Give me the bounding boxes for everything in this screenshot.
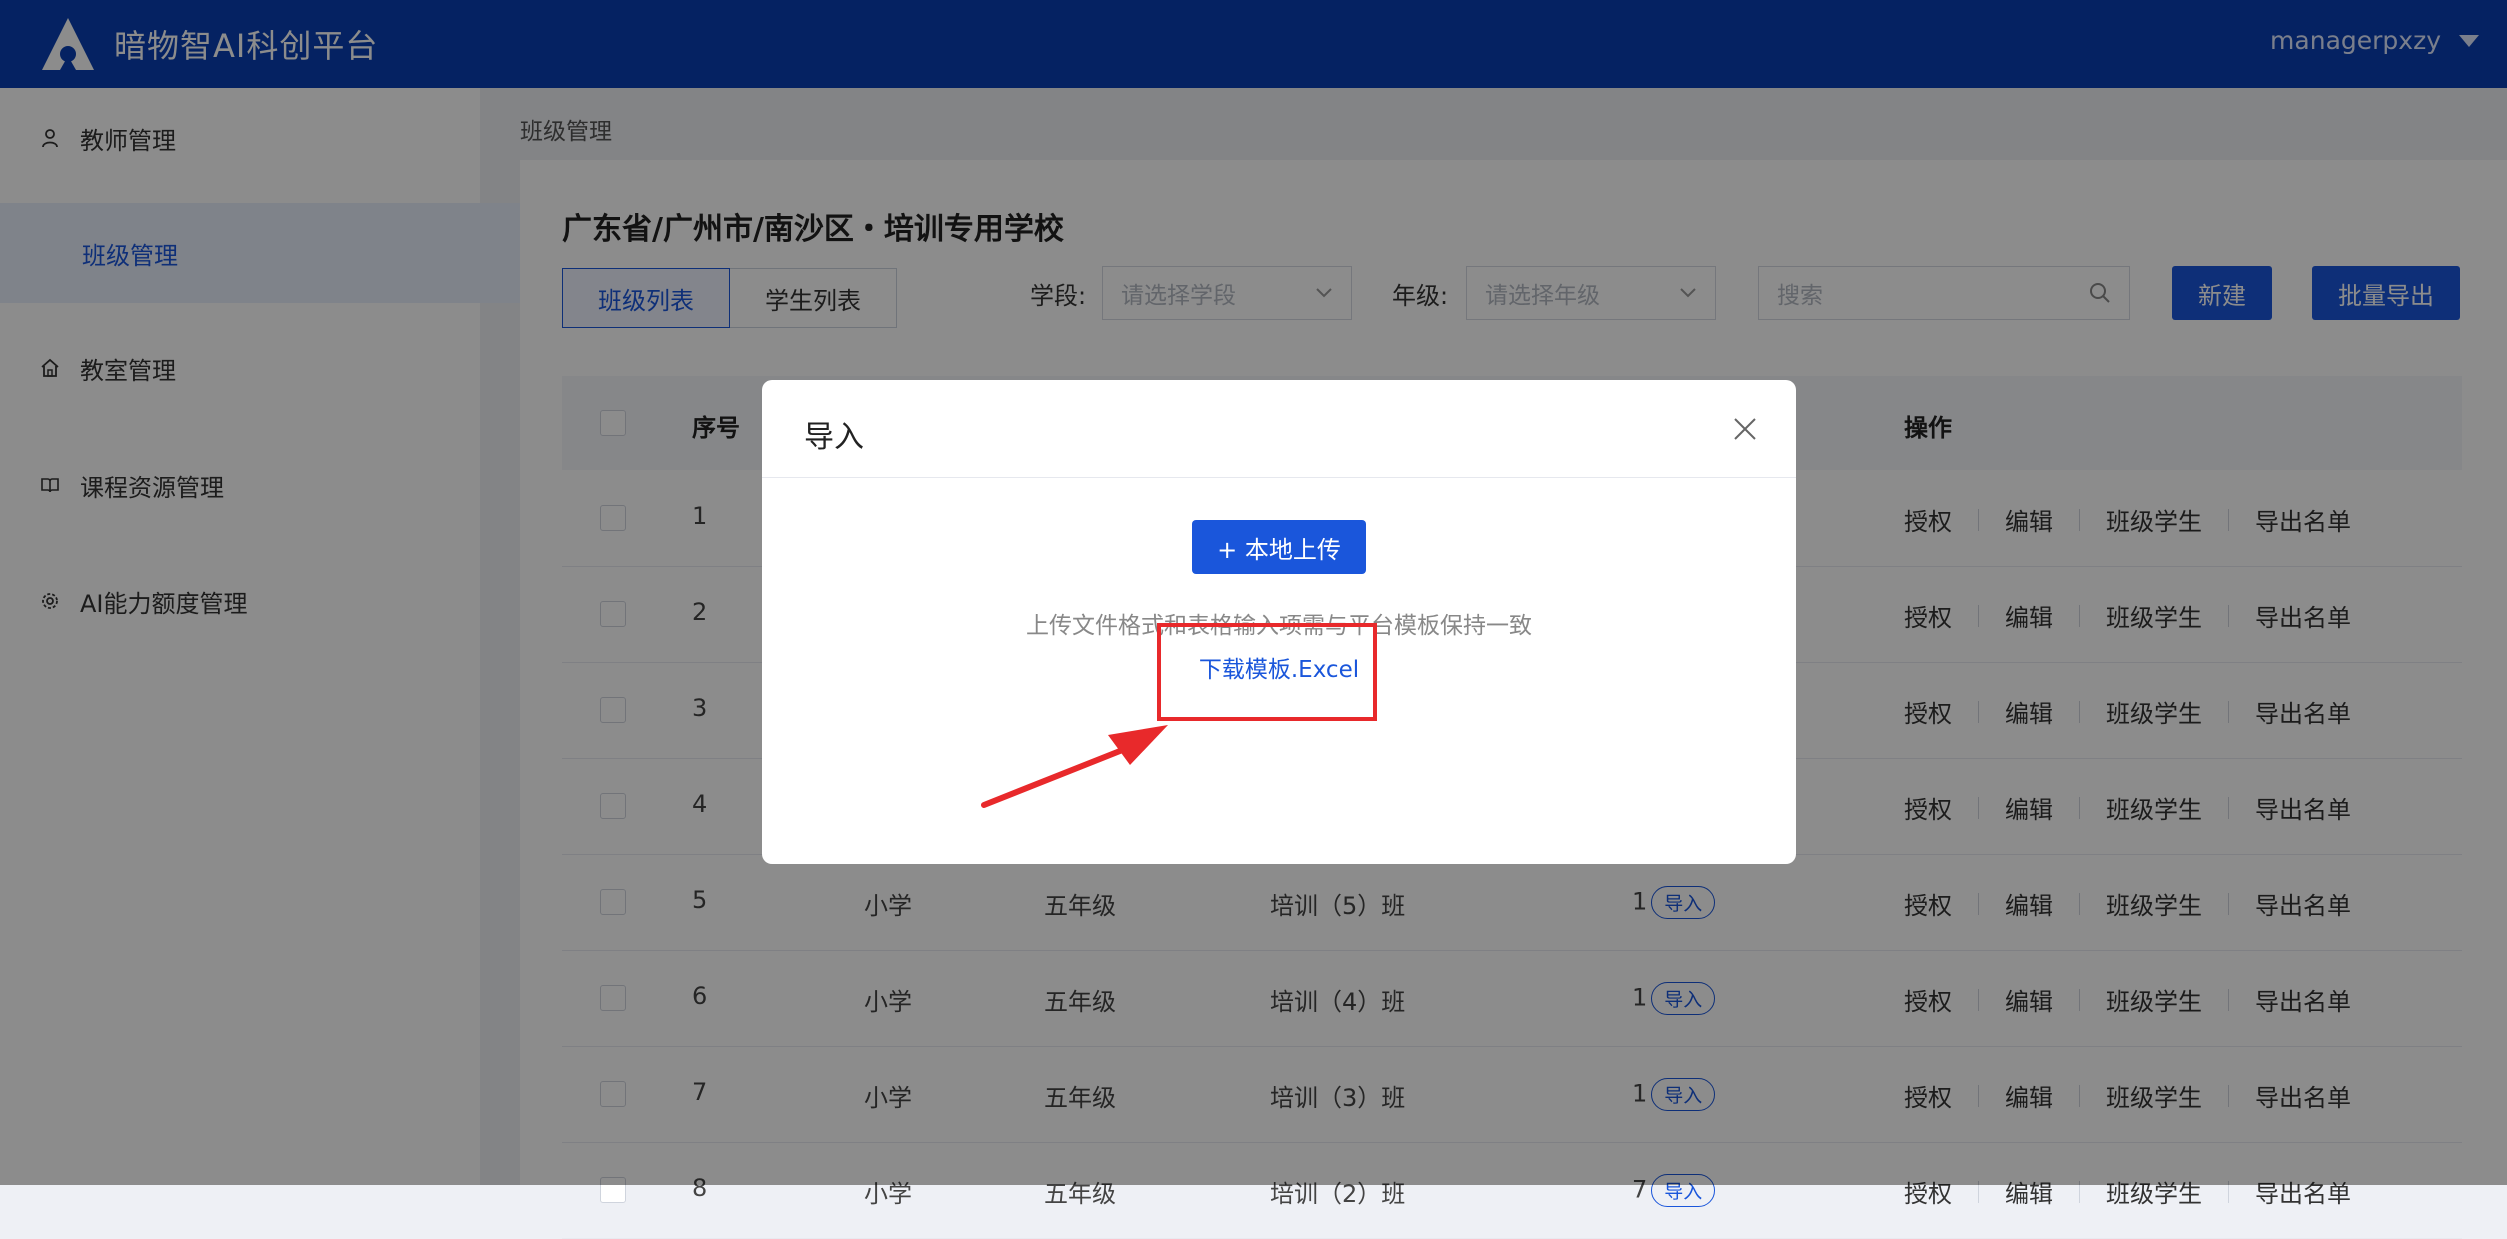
local-upload-button[interactable]: + 本地上传	[1192, 520, 1366, 574]
modal-title: 导入	[804, 420, 864, 455]
import-modal: 导入 + 本地上传 上传文件格式和表格输入项需与平台模板保持一致 下载模板.Ex…	[762, 380, 1796, 864]
modal-header: 导入	[762, 380, 1796, 478]
annotation-arrow-icon	[981, 725, 1168, 808]
annotation-box	[1157, 623, 1377, 721]
close-icon[interactable]	[1730, 414, 1760, 444]
